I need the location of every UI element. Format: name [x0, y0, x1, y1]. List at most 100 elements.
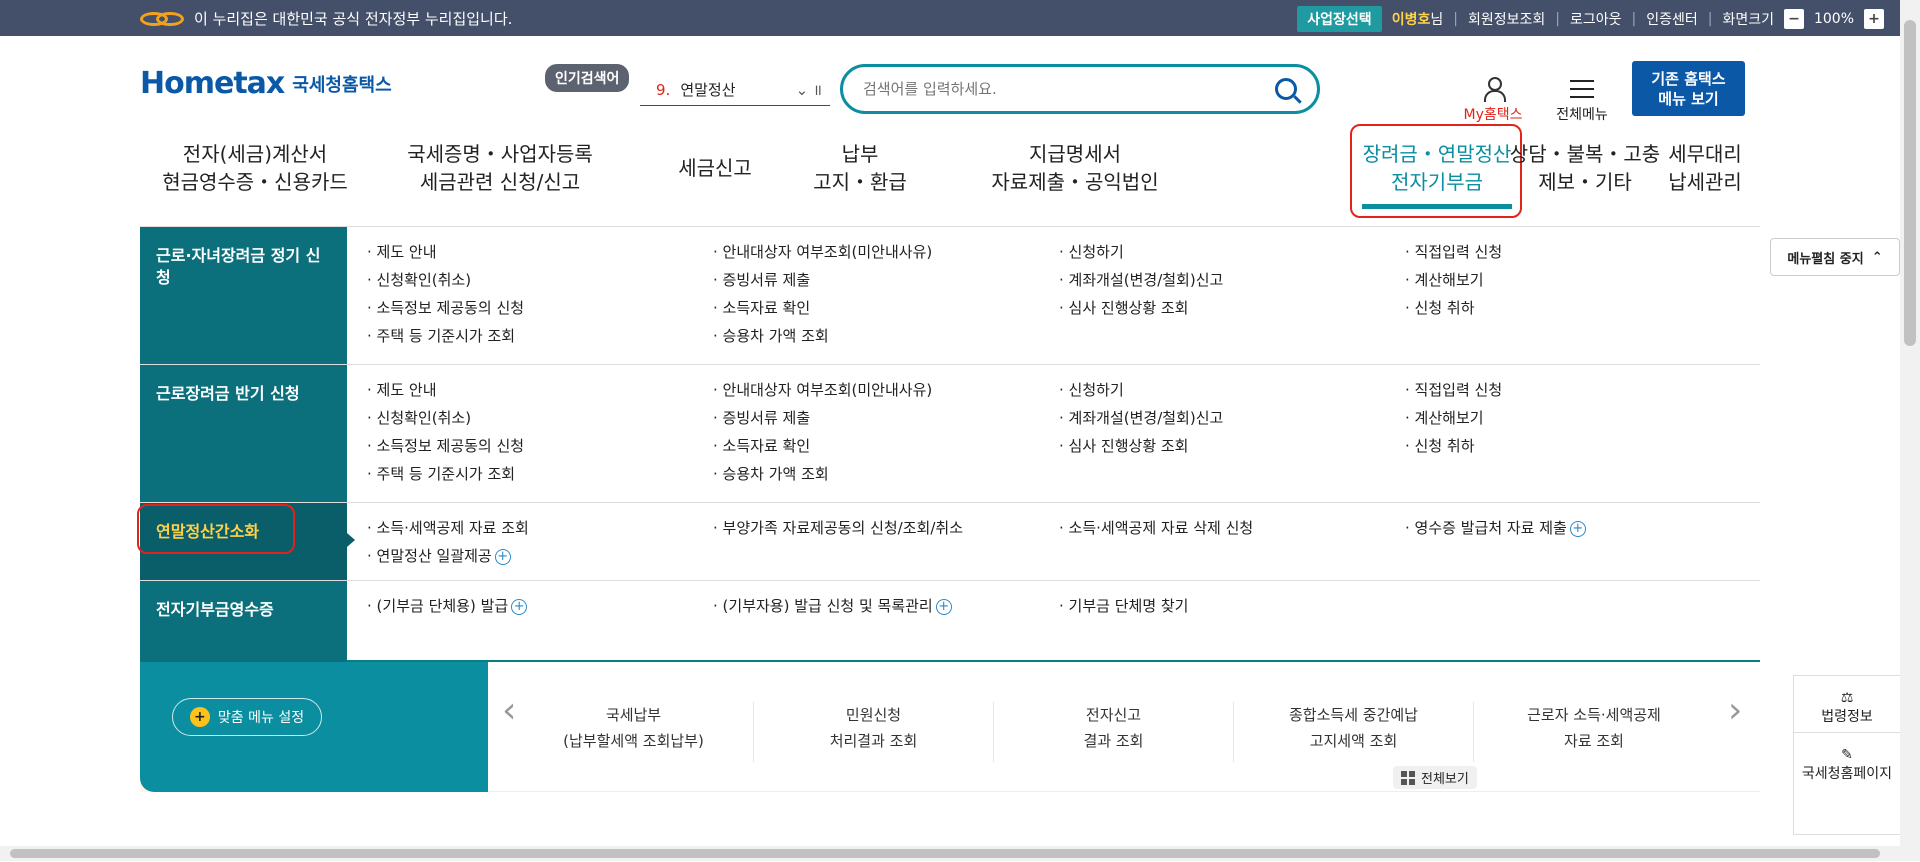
nav-item-certificate[interactable]: 국세증명・사업자등록 세금관련 신청/신고 — [400, 140, 600, 196]
menu-link[interactable]: · 신청확인(취소) — [367, 269, 713, 290]
menu-link[interactable]: · 제도 안내 — [367, 379, 713, 400]
nav-item-payment-statement[interactable]: 지급명세서 자료제출・공익법인 — [980, 140, 1170, 196]
keyword-rank: 9. — [656, 80, 671, 99]
chevron-up-icon: ⌃ — [1871, 249, 1883, 265]
menu-link[interactable]: · 직접입력 신청 — [1405, 241, 1751, 262]
menu-link[interactable]: · 주택 등 기준시가 조회 — [367, 325, 713, 346]
search-icon[interactable] — [1275, 78, 1297, 100]
top-utility-bar: 이 누리집은 대한민국 공식 전자정부 누리집입니다. 사업장선택 이병호님 |… — [0, 0, 1900, 36]
menu-link[interactable]: · 신청 취하 — [1405, 435, 1751, 456]
biz-select-button[interactable]: 사업장선택 — [1297, 6, 1382, 32]
menu-link[interactable]: · 연말정산 일괄제공 + — [367, 545, 713, 566]
menu-link[interactable]: · 소득자료 확인 — [713, 297, 1059, 318]
menu-link[interactable]: · 계좌개설(변경/철회)신고 — [1059, 269, 1405, 290]
horizontal-scrollbar[interactable] — [0, 846, 1900, 861]
nts-homepage-link[interactable]: ✎ 국세청홈페이지 — [1794, 733, 1900, 789]
search-input[interactable] — [863, 80, 1275, 98]
gov-notice-text: 이 누리집은 대한민국 공식 전자정부 누리집입니다. — [194, 10, 513, 28]
logout-link[interactable]: 로그아웃 — [1570, 9, 1622, 29]
menu-link[interactable]: · 소득정보 제공동의 신청 — [367, 435, 713, 456]
menu-link[interactable]: · 심사 진행상황 조회 — [1059, 435, 1405, 456]
logo-subtitle: 국세청홈택스 — [292, 74, 392, 96]
quick-item[interactable]: 국세납부 (납부할세액 조회납부) — [514, 702, 754, 762]
person-icon — [1483, 77, 1506, 102]
main-nav: 전자(세금)계산서 현금영수증・신용카드 국세증명・사업자등록 세금관련 신청/신고… — [140, 124, 1742, 220]
category-half-incentive[interactable]: 근로장려금 반기 신청 — [140, 365, 347, 502]
site-header: Hometax 국세청홈택스 인기검색어 9. 연말정산 ⌄ ॥ My홈택스 전… — [0, 36, 1900, 126]
menu-link[interactable]: · 신청확인(취소) — [367, 407, 713, 428]
popular-keyword-select[interactable]: 9. 연말정산 ⌄ ॥ — [640, 74, 830, 106]
menu-link[interactable]: · 부양가족 자료제공동의 신청/조회/취소 — [713, 517, 1059, 538]
menu-link[interactable]: · 기부금 단체명 찾기 — [1059, 595, 1405, 616]
nav-item-tax-report[interactable]: 세금신고 — [670, 154, 760, 182]
all-menu-button[interactable]: 전체메뉴 — [1550, 74, 1614, 124]
quick-menu-panel: + 맞춤 메뉴 설정 — [140, 662, 488, 792]
view-all-button[interactable]: 전체보기 — [1393, 766, 1477, 789]
member-info-link[interactable]: 회원정보조회 — [1468, 9, 1545, 29]
quick-item[interactable]: 민원신청 처리결과 조회 — [754, 702, 994, 762]
expand-plus-icon[interactable]: + — [494, 548, 511, 565]
menu-link[interactable]: · 직접입력 신청 — [1405, 379, 1751, 400]
next-arrow-icon[interactable]: › — [1728, 690, 1742, 731]
menu-link[interactable]: · 소득정보 제공동의 신청 — [367, 297, 713, 318]
menu-link[interactable]: · 증빙서류 제출 — [713, 407, 1059, 428]
menu-link[interactable]: · 신청 취하 — [1405, 297, 1751, 318]
classic-menu-button[interactable]: 기존 홈택스 메뉴 보기 — [1632, 61, 1745, 116]
law-info-link[interactable]: ⚖ 법령정보 — [1794, 676, 1900, 733]
classic-line1: 기존 홈택스 — [1651, 69, 1726, 88]
zoom-in-button[interactable]: + — [1864, 9, 1884, 29]
menu-link[interactable]: · (기부금 단체용) 발급 + — [367, 595, 713, 616]
active-underline — [1362, 204, 1512, 209]
menu-link[interactable]: · 안내대상자 여부조회(미안내사유) — [713, 241, 1059, 262]
menu-row-donation: 전자기부금영수증 · (기부금 단체용) 발급 + · (기부자용) 발급 신청 … — [140, 581, 1760, 663]
classic-line2: 메뉴 보기 — [1658, 89, 1719, 108]
menu-link[interactable]: · 승용차 가액 조회 — [713, 325, 1059, 346]
quick-item[interactable]: 근로자 소득·세액공제 자료 조회 — [1474, 702, 1714, 762]
menu-link[interactable]: · 계좌개설(변경/철회)신고 — [1059, 407, 1405, 428]
gov-notice[interactable]: 이 누리집은 대한민국 공식 전자정부 누리집입니다. — [140, 8, 512, 29]
menu-link[interactable]: · 소득·세액공제 자료 삭제 신청 — [1059, 517, 1405, 538]
hometax-logo[interactable]: Hometax 국세청홈택스 — [140, 66, 392, 101]
grid-icon — [1401, 770, 1415, 785]
menu-link[interactable]: · 계산해보기 — [1405, 269, 1751, 290]
category-donation-receipt[interactable]: 전자기부금영수증 — [140, 581, 347, 663]
username-suffix: 님 — [1430, 12, 1444, 28]
nav-item-einvoice[interactable]: 전자(세금)계산서 현금영수증・신용카드 — [160, 140, 350, 196]
my-hometax-label: My홈택스 — [1463, 107, 1523, 123]
menu-link[interactable]: · 안내대상자 여부조회(미안내사유) — [713, 379, 1059, 400]
menu-link[interactable]: · 소득자료 확인 — [713, 435, 1059, 456]
cert-center-link[interactable]: 인증센터 — [1646, 9, 1698, 29]
nav-item-agent[interactable]: 세무대리 납세관리 — [1650, 140, 1760, 196]
menu-link[interactable]: · 제도 안내 — [367, 241, 713, 262]
menu-link[interactable]: · 증빙서류 제출 — [713, 269, 1059, 290]
quick-menu-area: + 맞춤 메뉴 설정 ‹ 국세납부 (납부할세액 조회납부) 민원신청 처리결과 조… — [0, 662, 1900, 862]
menu-link[interactable]: · 신청하기 — [1059, 241, 1405, 262]
custom-menu-button[interactable]: + 맞춤 메뉴 설정 — [172, 698, 322, 736]
mega-menu: 근로·자녀장려금 정기 신청 · 제도 안내 · 안내대상자 여부조회(미안내사… — [137, 226, 1760, 663]
category-regular-incentive[interactable]: 근로·자녀장려금 정기 신청 — [140, 227, 347, 364]
quick-item[interactable]: 종합소득세 중간예납 고지세액 조회 — [1234, 702, 1474, 762]
chevron-down-icon[interactable]: ⌄ ॥ — [796, 80, 822, 100]
expand-plus-icon[interactable]: + — [1569, 520, 1586, 537]
quick-item[interactable]: 전자신고 결과 조회 — [994, 702, 1234, 762]
menu-link[interactable]: · 영수증 발급처 자료 제출 + — [1405, 517, 1751, 538]
vertical-scrollbar[interactable] — [1900, 0, 1920, 861]
keyword-text: 연말정산 — [680, 81, 736, 99]
menu-link[interactable]: · 계산해보기 — [1405, 407, 1751, 428]
menu-link[interactable]: · 승용차 가액 조회 — [713, 463, 1059, 484]
screen-size-label: 화면크기 — [1722, 12, 1774, 28]
menu-link[interactable]: · 신청하기 — [1059, 379, 1405, 400]
menu-row-regular: 근로·자녀장려금 정기 신청 · 제도 안내 · 안내대상자 여부조회(미안내사… — [140, 227, 1760, 365]
menu-link[interactable]: · 주택 등 기준시가 조회 — [367, 463, 713, 484]
expand-plus-icon[interactable]: + — [511, 598, 528, 615]
my-hometax-button[interactable]: My홈택스 — [1458, 74, 1528, 124]
popular-search-label: 인기검색어 — [545, 64, 630, 92]
zoom-out-button[interactable]: − — [1783, 9, 1804, 29]
menu-link[interactable]: · 심사 진행상황 조회 — [1059, 297, 1405, 318]
stop-menu-expand-button[interactable]: 메뉴펼침 중지 ⌃ — [1770, 238, 1900, 276]
nav-item-payment[interactable]: 납부 고지・환급 — [805, 140, 915, 196]
logo-text: Hometax — [140, 66, 285, 101]
menu-link[interactable]: · 소득·세액공제 자료 조회 — [367, 517, 713, 538]
menu-link[interactable]: · (기부자용) 발급 신청 및 목록관리 + — [713, 595, 1059, 616]
expand-plus-icon[interactable]: + — [935, 598, 952, 615]
